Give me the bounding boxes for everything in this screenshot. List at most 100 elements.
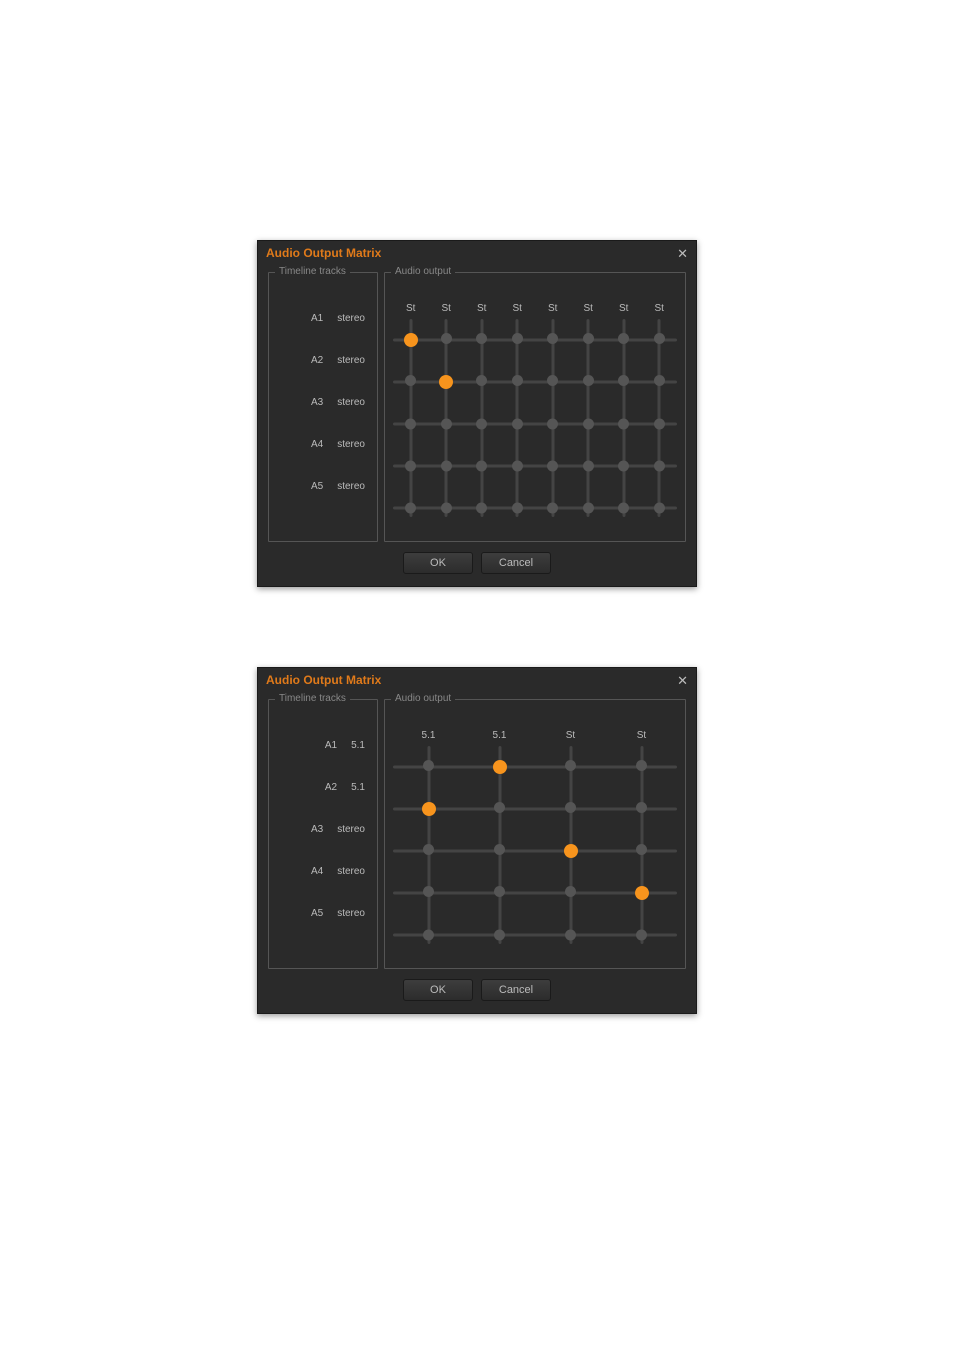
matrix-node[interactable] xyxy=(618,461,629,472)
close-icon[interactable]: ✕ xyxy=(677,674,688,687)
matrix-node[interactable] xyxy=(654,461,665,472)
track-type: stereo xyxy=(337,439,365,450)
track-id: A2 xyxy=(311,355,323,366)
matrix-node[interactable] xyxy=(636,760,647,771)
matrix-node[interactable] xyxy=(405,375,416,386)
matrix-node[interactable] xyxy=(583,503,594,514)
matrix-row xyxy=(393,914,677,956)
matrix-node[interactable] xyxy=(547,503,558,514)
matrix-node[interactable] xyxy=(654,419,665,430)
track-row: A4stereo xyxy=(277,423,369,465)
matrix-node[interactable] xyxy=(654,375,665,386)
matrix-row xyxy=(393,788,677,830)
matrix-node[interactable] xyxy=(441,503,452,514)
matrix-node[interactable] xyxy=(422,802,436,816)
matrix-node[interactable] xyxy=(583,461,594,472)
matrix-node[interactable] xyxy=(547,461,558,472)
matrix-node[interactable] xyxy=(654,333,665,344)
matrix-node[interactable] xyxy=(512,503,523,514)
track-id: A5 xyxy=(311,908,323,919)
audio-output-group: Audio output5.15.1StSt xyxy=(384,699,686,969)
track-row: A25.1 xyxy=(277,766,369,808)
matrix-node[interactable] xyxy=(654,503,665,514)
titlebar: Audio Output Matrix ✕ xyxy=(258,668,696,691)
track-type: 5.1 xyxy=(351,740,365,751)
close-icon[interactable]: ✕ xyxy=(677,247,688,260)
matrix-node[interactable] xyxy=(583,419,594,430)
matrix-node[interactable] xyxy=(636,930,647,941)
matrix-node[interactable] xyxy=(636,844,647,855)
track-id: A1 xyxy=(325,740,337,751)
cancel-button[interactable]: Cancel xyxy=(481,552,551,574)
track-row: A1 5.1 xyxy=(277,724,369,766)
track-id: A3 xyxy=(311,824,323,835)
matrix-row xyxy=(393,445,677,487)
matrix-node[interactable] xyxy=(476,375,487,386)
matrix-node[interactable] xyxy=(405,419,416,430)
matrix-node[interactable] xyxy=(547,419,558,430)
matrix-node[interactable] xyxy=(423,844,434,855)
matrix-node[interactable] xyxy=(512,419,523,430)
dialog-title: Audio Output Matrix xyxy=(266,673,381,687)
matrix-node[interactable] xyxy=(439,375,453,389)
ok-button[interactable]: OK xyxy=(403,979,473,1001)
matrix-node[interactable] xyxy=(583,333,594,344)
track-id: A3 xyxy=(311,397,323,408)
matrix-node[interactable] xyxy=(494,844,505,855)
matrix-node[interactable] xyxy=(441,461,452,472)
track-id: A4 xyxy=(311,866,323,877)
matrix-node[interactable] xyxy=(636,802,647,813)
matrix-node[interactable] xyxy=(618,333,629,344)
matrix-node[interactable] xyxy=(565,886,576,897)
matrix-node[interactable] xyxy=(618,419,629,430)
track-row: A1 stereo xyxy=(277,297,369,339)
matrix-row xyxy=(393,361,677,403)
matrix-node[interactable] xyxy=(512,461,523,472)
matrix-node[interactable] xyxy=(494,802,505,813)
matrix-row xyxy=(393,746,677,788)
matrix-node[interactable] xyxy=(565,802,576,813)
matrix-node[interactable] xyxy=(512,375,523,386)
matrix-node[interactable] xyxy=(423,760,434,771)
matrix-node[interactable] xyxy=(564,844,578,858)
matrix-node[interactable] xyxy=(476,419,487,430)
audio-output-group: Audio outputStStStStStStStSt xyxy=(384,272,686,542)
matrix-node[interactable] xyxy=(476,503,487,514)
track-row: A5stereo xyxy=(277,465,369,507)
matrix-node[interactable] xyxy=(547,333,558,344)
track-type: stereo xyxy=(337,355,365,366)
audio-output-matrix-dialog: Audio Output Matrix✕Timeline tracksA1ste… xyxy=(257,240,697,587)
matrix-node[interactable] xyxy=(476,333,487,344)
matrix-row xyxy=(393,830,677,872)
matrix-node[interactable] xyxy=(635,886,649,900)
matrix-row xyxy=(393,319,677,361)
titlebar: Audio Output Matrix✕ xyxy=(258,241,696,264)
matrix-node[interactable] xyxy=(441,333,452,344)
cancel-button[interactable]: Cancel xyxy=(481,979,551,1001)
matrix-node[interactable] xyxy=(618,503,629,514)
matrix-node[interactable] xyxy=(494,930,505,941)
matrix-node[interactable] xyxy=(423,886,434,897)
matrix-node[interactable] xyxy=(583,375,594,386)
track-type: stereo xyxy=(337,824,365,835)
matrix-node[interactable] xyxy=(565,760,576,771)
matrix-node[interactable] xyxy=(547,375,558,386)
matrix-node[interactable] xyxy=(493,760,507,774)
track-id: A2 xyxy=(325,782,337,793)
matrix-node[interactable] xyxy=(441,419,452,430)
audio-output-legend: Audio output xyxy=(391,693,455,704)
matrix-node[interactable] xyxy=(404,333,418,347)
matrix-node[interactable] xyxy=(565,930,576,941)
matrix-node[interactable] xyxy=(494,886,505,897)
matrix-node[interactable] xyxy=(423,930,434,941)
matrix-node[interactable] xyxy=(405,461,416,472)
track-type: stereo xyxy=(337,313,365,324)
timeline-tracks-legend: Timeline tracks xyxy=(275,693,350,704)
track-id: A1 xyxy=(311,313,323,324)
track-type: stereo xyxy=(337,481,365,492)
matrix-node[interactable] xyxy=(405,503,416,514)
matrix-node[interactable] xyxy=(618,375,629,386)
ok-button[interactable]: OK xyxy=(403,552,473,574)
matrix-node[interactable] xyxy=(512,333,523,344)
matrix-node[interactable] xyxy=(476,461,487,472)
